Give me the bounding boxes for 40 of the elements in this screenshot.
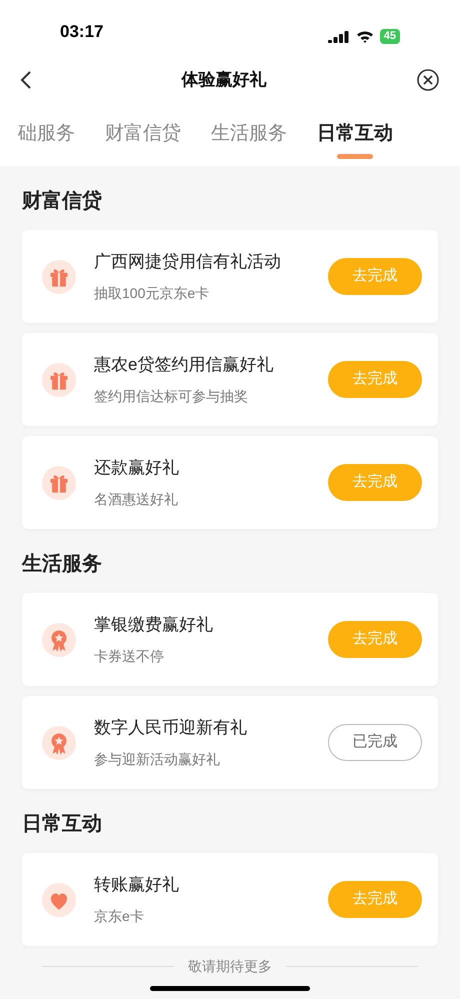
task-subtitle: 京东e卡 <box>94 906 145 926</box>
task-subtitle: 名酒惠送好礼 <box>94 490 179 509</box>
task-subtitle: 签约用信达标可参与抽奖 <box>94 386 249 406</box>
task-title: 数字人民币迎新有礼 <box>94 717 248 740</box>
tab[interactable]: 生活服务 <box>211 120 287 158</box>
tab[interactable]: 日常互动 <box>317 120 393 158</box>
heart-icon <box>50 893 68 910</box>
gift-icon <box>50 372 68 390</box>
task-title: 掌银缴费赢好礼 <box>94 614 214 636</box>
status-time: 03:17 <box>60 20 104 42</box>
task-subtitle: 参与迎新活动赢好礼 <box>94 750 221 769</box>
battery-icon: 45 <box>380 29 400 44</box>
gift-icon <box>50 475 68 492</box>
gift-icon <box>50 269 68 286</box>
task-title: 广西网捷贷用信有礼活动 <box>94 251 282 274</box>
task-button[interactable]: 去完成 <box>328 464 422 501</box>
task-button[interactable]: 已完成 <box>328 724 422 761</box>
task-subtitle: 卡券送不停 <box>94 646 165 666</box>
task-button[interactable]: 去完成 <box>328 621 422 658</box>
signal-icon <box>328 30 350 42</box>
back-icon[interactable] <box>20 70 32 90</box>
medal-icon <box>52 732 66 754</box>
task-title: 转账赢好礼 <box>94 874 180 896</box>
tab[interactable]: 财富信贷 <box>105 120 181 158</box>
tab-underline <box>337 154 373 158</box>
medal-icon <box>52 630 66 652</box>
section-title: 日常互动 <box>22 812 103 837</box>
page-title: 体验赢好礼 <box>182 69 266 92</box>
task-button[interactable]: 去完成 <box>328 361 422 398</box>
wifi-icon <box>356 30 374 43</box>
footer-text: 敬请期待更多 <box>188 957 272 976</box>
task-button[interactable]: 去完成 <box>328 881 422 918</box>
section-title: 生活服务 <box>22 552 103 577</box>
task-title: 惠农e贷签约用信赢好礼 <box>94 354 274 376</box>
tab[interactable]: 础服务 <box>18 120 75 158</box>
section-title: 财富信贷 <box>22 188 103 214</box>
close-icon[interactable] <box>416 68 440 92</box>
task-subtitle: 抽取100元京东e卡 <box>94 284 210 303</box>
task-title: 还款赢好礼 <box>94 457 180 480</box>
task-button[interactable]: 去完成 <box>328 258 422 295</box>
